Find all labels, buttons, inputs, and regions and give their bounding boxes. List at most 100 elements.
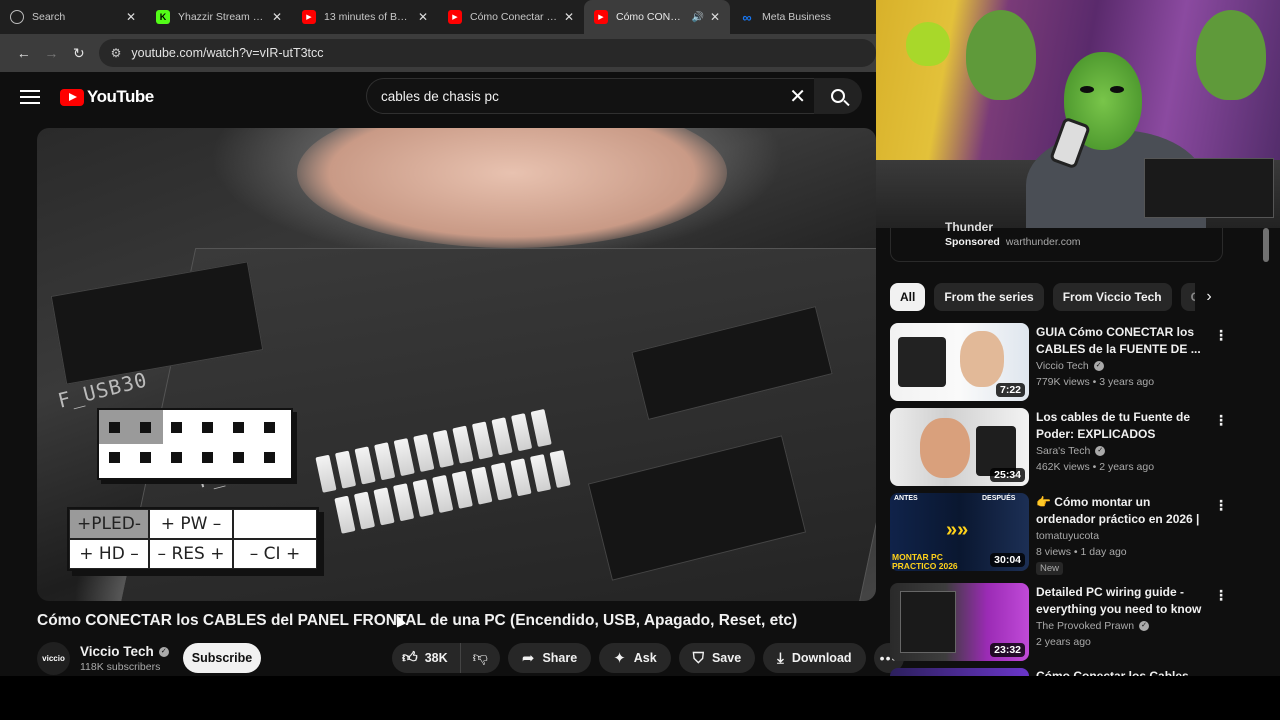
black-bar bbox=[0, 676, 1280, 720]
pin-dot bbox=[109, 452, 120, 463]
channel-name: tomatuyucota bbox=[1036, 530, 1100, 542]
close-icon[interactable]: ✕ bbox=[710, 10, 720, 24]
pin-dot bbox=[264, 452, 275, 463]
tab-youtube-conectar[interactable]: ▶ Cómo Conectar los C ✕ bbox=[438, 0, 584, 34]
hand-image bbox=[297, 128, 727, 248]
recommendation-item[interactable]: ANTES DESPUÉS »» MONTAR PC PRACTICO 2026… bbox=[890, 493, 1235, 575]
video-thumbnail[interactable]: 25:34 bbox=[890, 408, 1029, 486]
header-pin bbox=[490, 462, 513, 501]
pc-case bbox=[1144, 158, 1274, 218]
sparkle-icon: ✦ bbox=[613, 650, 626, 667]
recommendation-title: Detailed PC wiring guide - everything yo… bbox=[1036, 585, 1202, 616]
video-player[interactable]: F_USB30 F_PANEL +PLED- + PW – + HD – – R… bbox=[37, 128, 876, 601]
search-input[interactable]: cables de chasis pc ✕ bbox=[366, 78, 818, 114]
save-button[interactable]: ⛉ Save bbox=[678, 643, 756, 673]
tab-search[interactable]: Search ✕ bbox=[0, 0, 146, 34]
header-pin bbox=[353, 491, 376, 530]
header-pin bbox=[393, 438, 415, 477]
pin-dot bbox=[202, 452, 213, 463]
new-badge: New bbox=[1036, 562, 1064, 575]
tab-youtube-active[interactable]: ▶ Cómo CONECTAR 🔊 ✕ bbox=[584, 0, 730, 34]
like-button[interactable]: 👍︎ 38K bbox=[392, 643, 461, 673]
pin-header-diagram bbox=[97, 408, 293, 480]
forward-arrow-icon[interactable]: → bbox=[38, 45, 66, 61]
sponsored-title: Thunder bbox=[945, 220, 993, 234]
close-icon[interactable]: ✕ bbox=[418, 10, 428, 24]
youtube-icon: ▶ bbox=[594, 10, 608, 24]
recommendation-meta: 2 years ago bbox=[1036, 636, 1091, 648]
scrollbar[interactable] bbox=[1263, 228, 1269, 262]
address-bar[interactable]: ⚙ youtube.com/watch?v=vIR-utT3tcc bbox=[98, 39, 876, 67]
alien-figure bbox=[906, 22, 950, 66]
video-thumbnail[interactable]: 7:22 bbox=[890, 323, 1029, 401]
chip-all[interactable]: All bbox=[890, 283, 926, 311]
channel-info: viccio Viccio Tech ✓ 118K subscribers bbox=[37, 642, 169, 675]
speaker-icon[interactable]: 🔊 bbox=[691, 12, 703, 23]
dislike-button[interactable]: 👎︎ bbox=[461, 643, 500, 673]
recommendation-item[interactable]: 25:34 Los cables de tu Fuente de Poder: … bbox=[890, 408, 1235, 488]
download-button[interactable]: ⤓ Download bbox=[763, 643, 866, 673]
recommendation-item[interactable]: 7:22 GUIA Cómo CONECTAR los CABLES de la… bbox=[890, 323, 1235, 403]
menu-icon[interactable] bbox=[20, 90, 40, 104]
channel-name[interactable]: Viccio Tech bbox=[80, 644, 154, 659]
header-pin bbox=[511, 413, 533, 452]
tab-meta-business[interactable]: ∞ Meta Business bbox=[730, 0, 876, 34]
browser-tab-bar: Search ✕ K Yhazzir Stream - Watch ✕ ▶ 13… bbox=[0, 0, 876, 34]
more-vert-icon[interactable]: ⋮ bbox=[1214, 412, 1228, 429]
verified-icon: ✓ bbox=[1139, 621, 1150, 631]
sponsored-label: Sponsored bbox=[945, 236, 1000, 248]
pin-dot bbox=[140, 452, 151, 463]
chevron-right-icon[interactable]: › bbox=[1195, 283, 1223, 311]
youtube-logo-text: YouTube bbox=[87, 87, 154, 106]
youtube-logo[interactable]: YouTube bbox=[60, 87, 154, 107]
search-query: cables de chasis pc bbox=[381, 88, 499, 104]
more-vert-icon[interactable]: ⋮ bbox=[1214, 587, 1228, 604]
chip-from-channel[interactable]: From Viccio Tech bbox=[1052, 283, 1172, 311]
ask-button[interactable]: ✦ Ask bbox=[599, 643, 671, 673]
more-vert-icon[interactable]: ⋮ bbox=[1214, 327, 1228, 344]
more-vert-icon[interactable]: ⋮ bbox=[1214, 497, 1228, 514]
close-icon[interactable]: ✕ bbox=[272, 10, 282, 24]
pin-label: +PLED- bbox=[69, 509, 149, 539]
pin-label-table: +PLED- + PW – + HD – – RES + – CI + bbox=[67, 507, 319, 571]
tab-youtube-building[interactable]: ▶ 13 minutes of BUILDING ✕ bbox=[292, 0, 438, 34]
google-icon bbox=[10, 10, 24, 24]
close-icon[interactable]: ✕ bbox=[564, 10, 574, 24]
recommendation-meta: 8 views • 1 day ago bbox=[1036, 546, 1127, 558]
video-thumbnail[interactable]: 23:32 bbox=[890, 583, 1029, 661]
header-pin bbox=[413, 433, 435, 473]
header-pin bbox=[452, 425, 474, 464]
channel-name: Sara's Tech bbox=[1036, 445, 1091, 457]
clear-search-icon[interactable]: ✕ bbox=[789, 84, 806, 109]
like-dislike-group: 👍︎ 38K 👎︎ bbox=[392, 643, 500, 673]
channel-name: Viccio Tech bbox=[1036, 360, 1089, 372]
thumb-after-label: DESPUÉS bbox=[982, 495, 1016, 502]
site-info-icon[interactable]: ⚙ bbox=[111, 46, 122, 60]
share-button[interactable]: ➦ Share bbox=[507, 643, 592, 673]
save-label: Save bbox=[711, 651, 742, 665]
alien-poster bbox=[966, 10, 1036, 100]
video-thumbnail[interactable] bbox=[890, 668, 1029, 676]
header-pin bbox=[432, 474, 454, 513]
video-duration: 23:32 bbox=[990, 643, 1025, 657]
sponsored-card[interactable]: Thunder Sponsored warthunder.com bbox=[890, 220, 1223, 262]
pin-dot bbox=[233, 422, 244, 433]
pin-label: + PW – bbox=[149, 509, 233, 539]
back-arrow-icon[interactable]: ← bbox=[10, 45, 38, 61]
tab-kick-stream[interactable]: K Yhazzir Stream - Watch ✕ bbox=[146, 0, 292, 34]
reload-icon[interactable]: ↻ bbox=[65, 45, 93, 62]
close-icon[interactable]: ✕ bbox=[126, 10, 136, 24]
header-pin bbox=[491, 417, 513, 456]
recommendation-item[interactable]: Cómo Conectar los Cables del bbox=[890, 668, 1235, 676]
pin-dot bbox=[171, 422, 182, 433]
video-thumbnail[interactable]: ANTES DESPUÉS »» MONTAR PC PRACTICO 2026… bbox=[890, 493, 1029, 571]
sponsored-line: Sponsored warthunder.com bbox=[945, 236, 1081, 248]
bookmark-icon: ⛉ bbox=[692, 649, 704, 667]
channel-avatar[interactable]: viccio bbox=[37, 642, 70, 675]
search-button[interactable] bbox=[814, 78, 862, 114]
recommendation-item[interactable]: 23:32 Detailed PC wiring guide - everyth… bbox=[890, 583, 1235, 663]
channel-name: The Provoked Prawn bbox=[1036, 620, 1135, 632]
chip-from-series[interactable]: From the series bbox=[934, 283, 1044, 311]
recommendation-title: GUIA Cómo CONECTAR los CABLES de la FUEN… bbox=[1036, 325, 1201, 356]
subscribe-button[interactable]: Subscribe bbox=[183, 643, 261, 673]
